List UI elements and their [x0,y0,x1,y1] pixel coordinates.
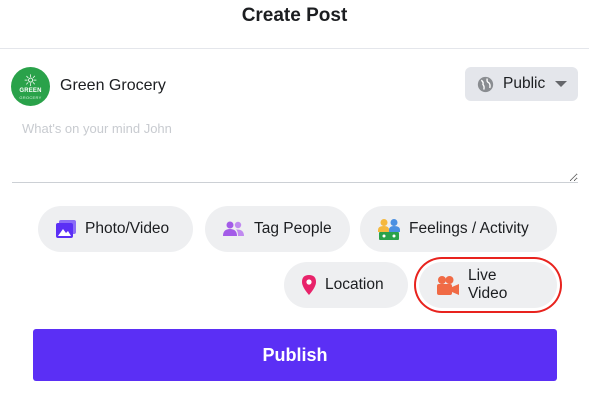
live-video-label: Live Video [468,267,508,302]
feelings-activity-button[interactable]: Feelings / Activity [360,206,557,252]
people-icon [223,221,244,236]
tag-people-label: Tag People [254,220,332,237]
location-label: Location [325,276,384,293]
feelings-icon [378,219,400,240]
live-video-button[interactable]: Live Video [419,262,557,308]
location-button[interactable]: Location [284,262,408,308]
photo-video-button[interactable]: Photo/Video [38,206,193,252]
privacy-selector[interactable]: Public [465,67,578,101]
location-pin-icon [302,275,316,295]
photo-icon [56,220,76,238]
dialog-title: Create Post [241,5,348,26]
post-text-input[interactable] [12,115,578,183]
feelings-activity-label: Feelings / Activity [409,220,529,237]
photo-video-label: Photo/Video [85,220,170,237]
publish-button[interactable]: Publish [33,329,557,381]
tag-people-button[interactable]: Tag People [205,206,350,252]
grocery-logo-icon: ☼ [23,70,38,90]
privacy-label: Public [503,75,546,92]
page-avatar: ☼ GREEN GROCERY [11,67,50,106]
page-name: Green Grocery [60,77,166,94]
caret-down-icon [555,81,568,87]
logo-word: GREEN [19,87,42,94]
header-divider [0,48,589,49]
logo-subword: GROCERY [19,94,42,100]
video-camera-icon [437,276,459,295]
globe-icon [477,76,494,92]
